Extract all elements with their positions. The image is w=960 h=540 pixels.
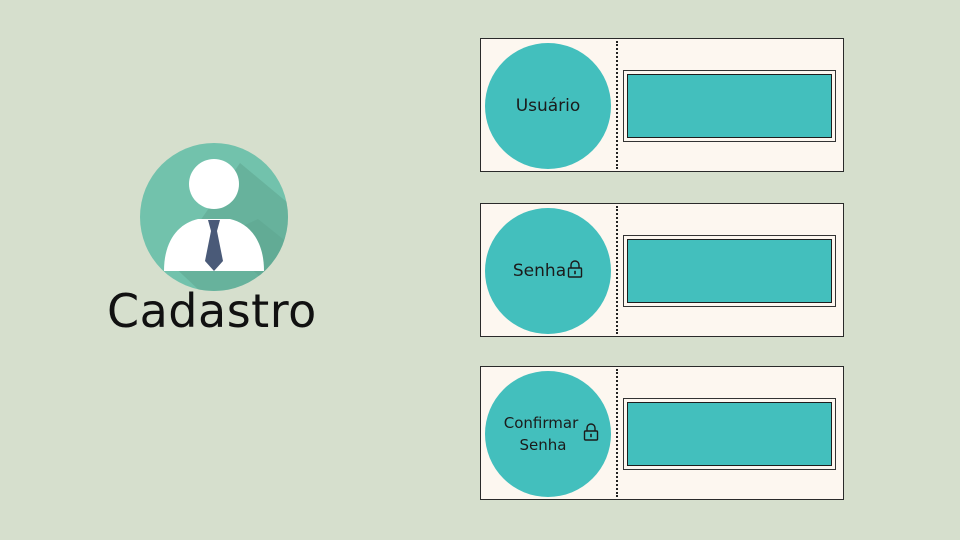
page-title: Cadastro (107, 284, 317, 338)
password-label: Senha (512, 261, 567, 281)
confirm-password-label-line2: Senha (519, 436, 567, 454)
lock-icon (567, 260, 583, 282)
user-avatar-icon (140, 143, 288, 291)
divider (616, 206, 618, 334)
username-label-circle: Usuário (485, 43, 611, 169)
confirm-password-input[interactable] (627, 402, 832, 466)
username-input[interactable] (627, 74, 832, 138)
lock-icon (583, 423, 599, 445)
password-label-circle: Senha (485, 208, 611, 334)
username-card: Usuário (480, 38, 844, 172)
confirm-password-field-frame (623, 398, 836, 470)
confirm-password-label-circle: Confirmar Senha (485, 371, 611, 497)
divider (616, 369, 618, 497)
username-field-frame (623, 70, 836, 142)
password-card: Senha (480, 203, 844, 337)
password-input[interactable] (627, 239, 832, 303)
username-label: Usuário (515, 96, 581, 116)
confirm-password-label-line1: Confirmar (503, 414, 579, 432)
divider (616, 41, 618, 169)
confirm-password-card: Confirmar Senha (480, 366, 844, 500)
password-field-frame (623, 235, 836, 307)
